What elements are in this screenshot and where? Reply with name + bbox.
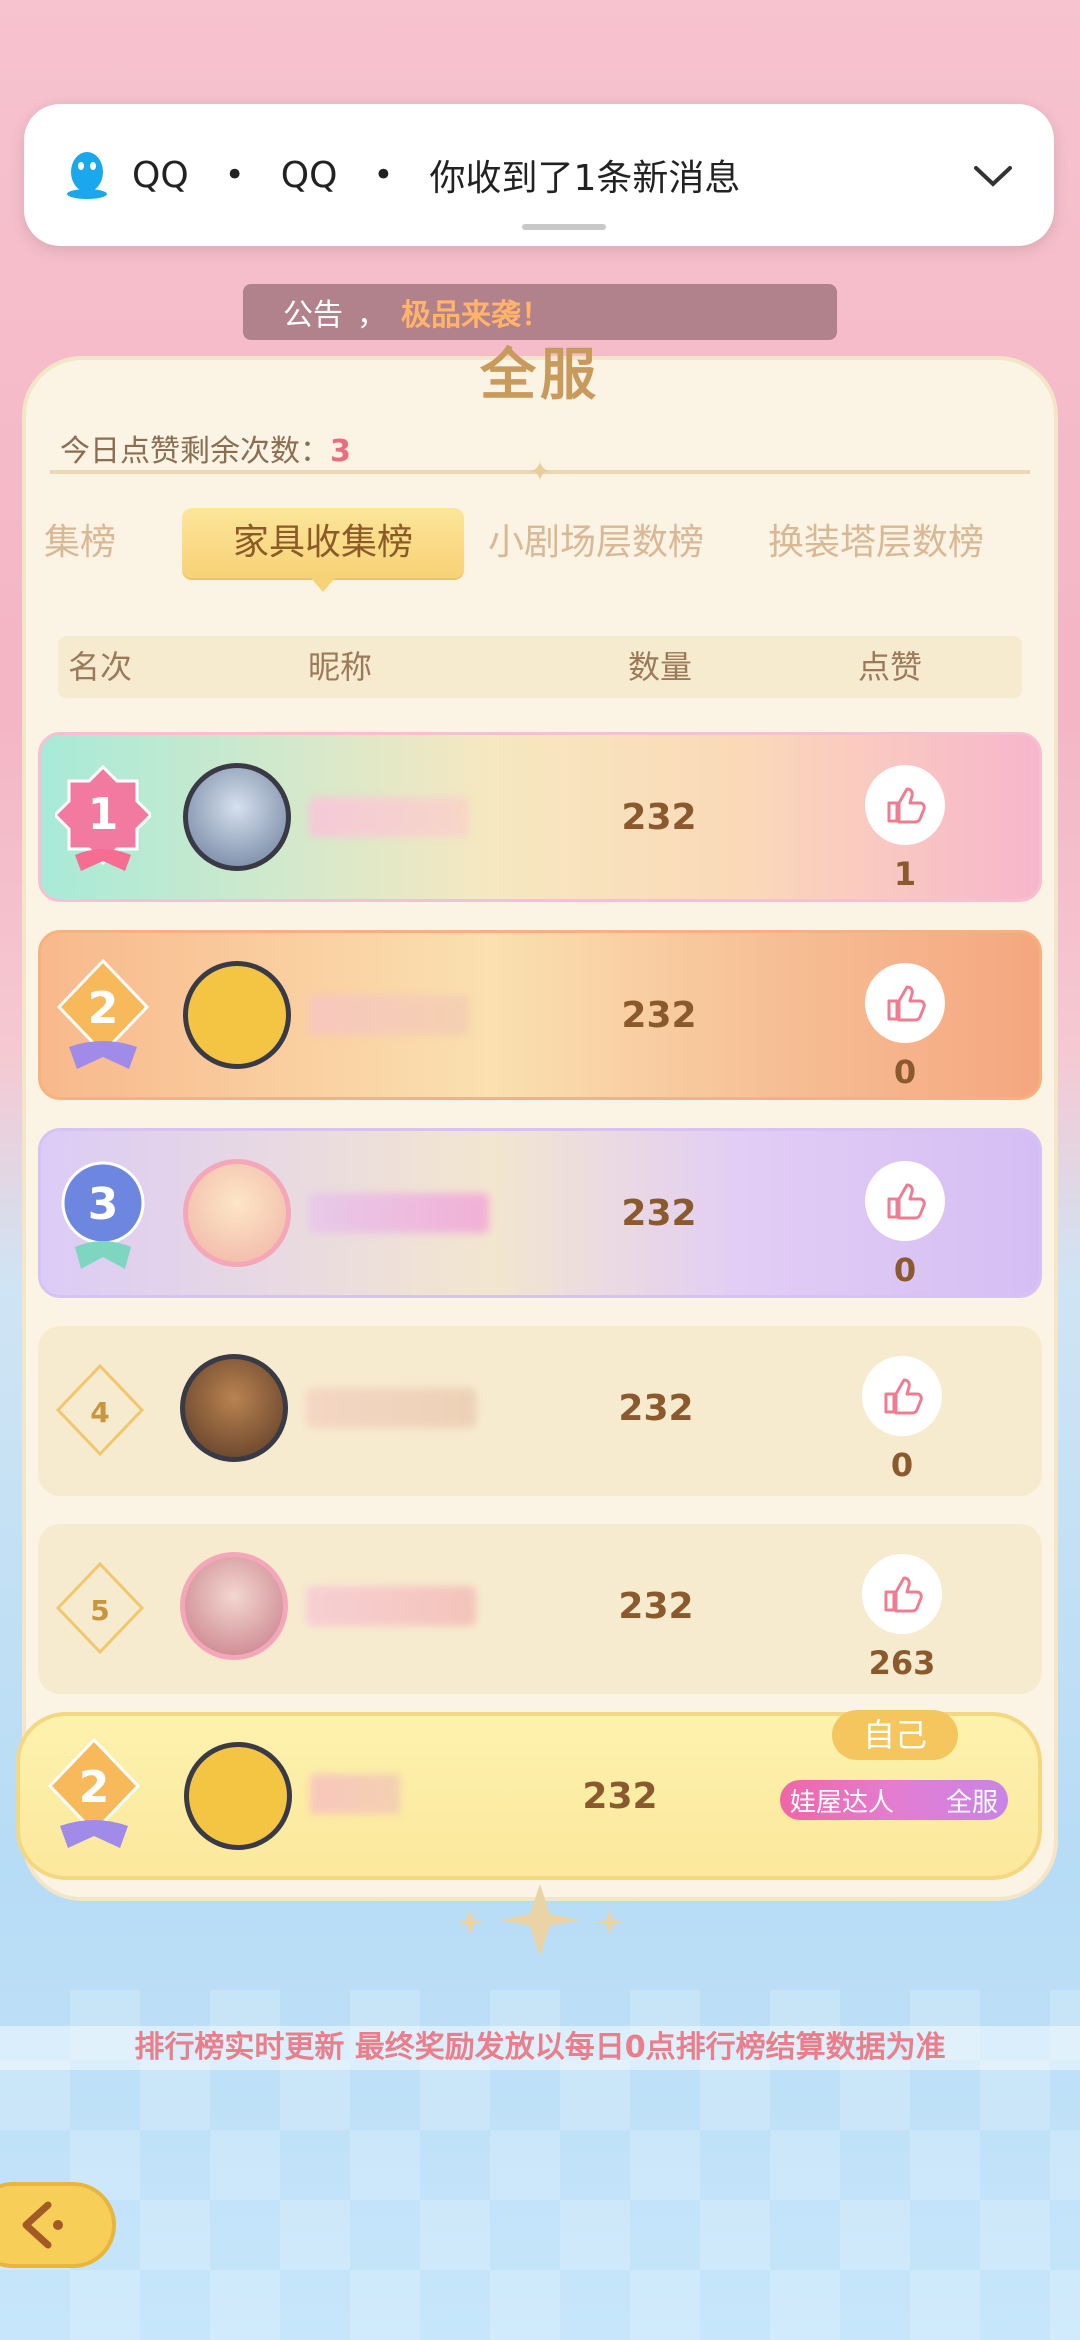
nickname-blurred (306, 1586, 476, 1626)
rank-number: 2 (79, 1762, 110, 1813)
back-button[interactable] (0, 2182, 116, 2268)
rank-number: 3 (88, 1179, 119, 1230)
likes-remaining-value: 3 (330, 434, 351, 469)
notification-banner[interactable]: QQ • QQ • 你收到了1条新消息 (24, 104, 1054, 246)
like-button[interactable] (862, 1554, 942, 1634)
nickname-blurred (309, 995, 469, 1035)
thumbs-up-icon (887, 1183, 926, 1220)
star-ornament-icon (456, 1884, 624, 1956)
nickname-blurred (310, 1774, 400, 1814)
avatar[interactable] (184, 1742, 292, 1850)
like-count: 0 (893, 1251, 917, 1289)
table-row[interactable]: 5 232 263 (38, 1524, 1042, 1694)
self-rank-row[interactable]: 2 232 自己 娃屋达人 全服 (16, 1710, 1042, 1880)
avatar[interactable] (183, 1159, 291, 1267)
like-count: 1 (893, 855, 917, 893)
qq-penguin-icon (67, 152, 107, 199)
header-quantity: 数量 (628, 648, 693, 686)
table-row[interactable]: 2 232 0 (38, 930, 1042, 1100)
header-likes: 点赞 (858, 648, 923, 686)
announcement-highlight: 极品来袭！ (401, 298, 551, 333)
rank-badge-2-icon: 2 (56, 958, 150, 1069)
like-count: 0 (890, 1446, 914, 1484)
sparkle-icon: ✦ (528, 455, 552, 488)
self-tag: 自己 (832, 1710, 958, 1760)
likes-remaining: 今日点赞剩余次数：3 (60, 426, 351, 470)
avatar[interactable] (180, 1552, 288, 1660)
header-nickname: 昵称 (308, 648, 373, 686)
like-button[interactable] (865, 765, 945, 845)
rank-number: 1 (88, 789, 119, 840)
thumbs-up-icon (884, 1576, 923, 1613)
table-row[interactable]: 4 232 0 (38, 1326, 1042, 1496)
like-button[interactable] (862, 1356, 942, 1436)
rank-diamond-icon: 5 (55, 1561, 145, 1655)
quantity-value: 232 (621, 995, 697, 1036)
page-title: 全服 (480, 343, 600, 408)
rank-badge-1-icon: 1 (55, 764, 151, 871)
rank-number: 4 (90, 1396, 109, 1429)
thumbs-up-icon (887, 985, 926, 1022)
tab-collection[interactable]: 集榜 (44, 508, 116, 578)
rank-number: 2 (88, 983, 119, 1034)
like-button[interactable] (865, 1161, 945, 1241)
tab-furniture-collection[interactable]: 家具收集榜 (182, 508, 464, 592)
notification-app: QQ (132, 154, 189, 196)
title-badge-scope: 全服 (945, 1787, 998, 1818)
notification-message: 你收到了1条新消息 (429, 158, 741, 199)
quantity-value: 232 (621, 1193, 697, 1234)
title-badge-name: 娃屋达人 (790, 1787, 895, 1818)
quantity-value: 232 (618, 1586, 694, 1627)
notification-dot: • (224, 155, 245, 195)
nickname-blurred (309, 797, 469, 837)
announcement-label: 公告 (283, 298, 343, 333)
quantity-value: 232 (618, 1388, 694, 1429)
nickname-blurred (306, 1388, 476, 1428)
rank-badge-3-icon: 3 (61, 1161, 145, 1269)
rank-number: 5 (90, 1594, 109, 1627)
drag-handle[interactable] (522, 224, 606, 230)
header-rank: 名次 (68, 648, 133, 686)
like-button[interactable] (865, 963, 945, 1043)
tab-theater-floors[interactable]: 小剧场层数榜 (488, 508, 704, 578)
quantity-value: 232 (621, 797, 697, 838)
thumbs-up-icon (887, 787, 926, 824)
notification-dot: • (373, 155, 394, 195)
table-header: 名次 昵称 数量 点赞 (58, 636, 1022, 698)
title-badge: 娃屋达人 全服 (780, 1780, 1008, 1820)
avatar[interactable] (180, 1354, 288, 1462)
ranking-update-note: 排行榜实时更新 最终奖励发放以每日0点排行榜结算数据为准 (0, 2026, 1080, 2070)
table-row[interactable]: 1 232 1 (38, 732, 1042, 902)
tab-bar: 集榜 家具收集榜 小剧场层数榜 换装塔层数榜 (0, 508, 1080, 592)
thumbs-up-icon (884, 1378, 923, 1415)
quantity-value: 232 (582, 1776, 658, 1817)
rank-diamond-icon: 4 (55, 1363, 145, 1457)
avatar[interactable] (183, 763, 291, 871)
announcement-separator: ， (357, 298, 387, 333)
rank-badge-2-icon: 2 (47, 1737, 141, 1848)
table-row[interactable]: 3 232 0 (38, 1128, 1042, 1298)
avatar[interactable] (183, 961, 291, 1069)
tab-dressup-tower[interactable]: 换装塔层数榜 (768, 508, 984, 578)
nickname-blurred (309, 1193, 489, 1233)
chevron-down-icon[interactable] (972, 154, 1014, 196)
back-arrow-icon (22, 2201, 63, 2249)
like-count: 0 (893, 1053, 917, 1091)
notification-source: QQ (280, 154, 338, 196)
like-count: 263 (868, 1644, 936, 1682)
likes-remaining-label: 今日点赞剩余次数： (60, 434, 330, 469)
